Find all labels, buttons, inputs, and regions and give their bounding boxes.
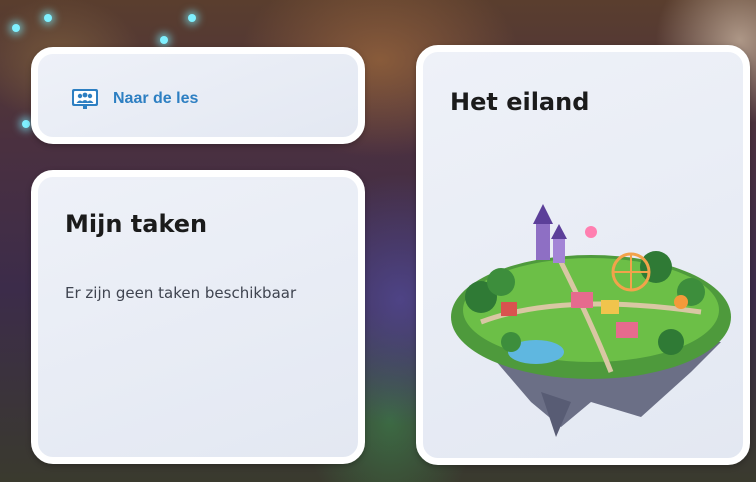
floating-island-illustration[interactable] <box>441 202 737 442</box>
lesson-card: Naar de les <box>31 47 365 144</box>
presentation-group-icon <box>72 89 98 109</box>
go-to-lesson-link[interactable]: Naar de les <box>71 88 198 110</box>
island-card[interactable]: Het eiland <box>416 45 750 465</box>
string-light <box>160 36 168 44</box>
string-light <box>12 24 20 32</box>
island-title: Het eiland <box>450 88 590 116</box>
go-to-lesson-label: Naar de les <box>113 90 199 107</box>
my-tasks-card: Mijn taken Er zijn geen taken beschikbaa… <box>31 170 365 464</box>
string-light <box>22 120 30 128</box>
string-light <box>44 14 52 22</box>
no-tasks-message: Er zijn geen taken beschikbaar <box>65 284 297 302</box>
my-tasks-title: Mijn taken <box>65 210 208 238</box>
string-light <box>188 14 196 22</box>
